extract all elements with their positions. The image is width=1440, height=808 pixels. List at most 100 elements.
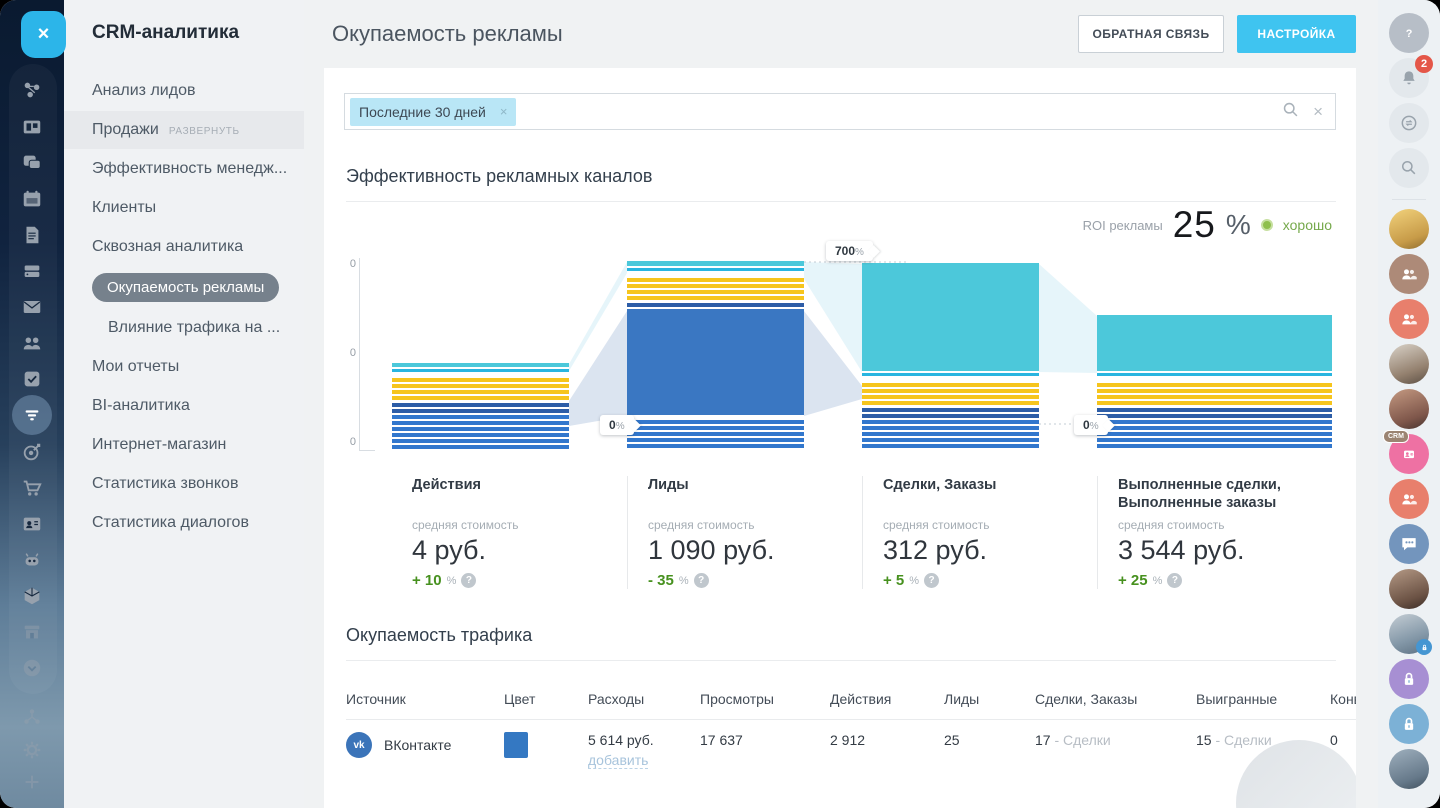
- settings-button[interactable]: НАСТРОЙКА: [1237, 15, 1356, 53]
- mail-icon[interactable]: [12, 287, 52, 327]
- avatar[interactable]: [1389, 749, 1429, 789]
- help-button[interactable]: ?: [1389, 13, 1429, 53]
- stage-metric-card-3: Выполненные сделки,Выполненные заказы ср…: [1097, 476, 1336, 589]
- kanban-icon[interactable]: [12, 107, 52, 147]
- color-swatch[interactable]: [504, 732, 528, 758]
- avatar[interactable]: [1389, 389, 1429, 429]
- sidebar-item-0[interactable]: Анализ лидов: [64, 72, 304, 110]
- sidebar-item-8[interactable]: BI-аналитика: [64, 387, 304, 425]
- source-name: ВКонтакте: [384, 737, 451, 753]
- sidebar-item-10[interactable]: Статистика звонков: [64, 465, 304, 503]
- sidebar-item-11[interactable]: Статистика диалогов: [64, 504, 304, 542]
- private-chat-item[interactable]: [1389, 704, 1429, 744]
- sidebar-item-7[interactable]: Мои отчеты: [64, 348, 304, 386]
- avatar-locked[interactable]: [1389, 614, 1429, 654]
- funnel-column-3[interactable]: [1097, 315, 1332, 448]
- table-header[interactable]: Действия: [830, 677, 944, 720]
- notifications-button[interactable]: 2: [1389, 58, 1429, 98]
- right-messenger-rail: ? 2 @CRM: [1378, 0, 1440, 808]
- stage-metric-card-2: Сделки, Заказы средняя стоимость 312 руб…: [862, 476, 1097, 589]
- actions-value: 2 912: [830, 720, 944, 782]
- metric-value: 4 руб.: [412, 535, 617, 566]
- contact-card-icon[interactable]: [12, 504, 52, 544]
- section-divider: [346, 660, 1336, 661]
- metric-title: Действия: [412, 476, 617, 516]
- sidebar-item-5[interactable]: Окупаемость рекламы: [64, 267, 304, 308]
- search-icon[interactable]: [1282, 101, 1299, 123]
- funnel-connector: [1039, 264, 1097, 373]
- cube-icon[interactable]: [12, 576, 52, 616]
- filter-bar[interactable]: Последние 30 дней × ×: [344, 93, 1336, 130]
- table-header[interactable]: Цвет: [504, 677, 588, 720]
- document-icon[interactable]: [12, 215, 52, 255]
- funnel-column-0[interactable]: [392, 363, 569, 449]
- expenses-value: 5 614 руб.: [588, 732, 654, 748]
- table-header[interactable]: Источник: [346, 677, 504, 720]
- calendar-icon[interactable]: [12, 179, 52, 219]
- funnel-chart: 0000%700%0%: [346, 228, 1336, 464]
- table-header[interactable]: Лиды: [944, 677, 1035, 720]
- table-header[interactable]: Расходы: [588, 677, 700, 720]
- funnel-icon[interactable]: [12, 395, 52, 435]
- deals-value: 17: [1035, 732, 1051, 748]
- page-header: Окупаемость рекламы ОБРАТНАЯ СВЯЗЬ НАСТР…: [304, 0, 1378, 68]
- network-icon[interactable]: [12, 70, 52, 110]
- table-header[interactable]: Сделки, Заказы: [1035, 677, 1196, 720]
- close-menu-button[interactable]: ×: [21, 11, 66, 58]
- filter-clear-icon[interactable]: ×: [1313, 102, 1323, 122]
- rail-divider: [1392, 199, 1426, 200]
- team-chat-item[interactable]: [1389, 524, 1429, 564]
- sidebar-item-4[interactable]: Сквозная аналитика: [64, 228, 304, 266]
- robot-icon[interactable]: [12, 540, 52, 580]
- table-header[interactable]: Просмотры: [700, 677, 830, 720]
- filter-tag-close-icon[interactable]: ×: [500, 104, 508, 119]
- vk-icon: vk: [346, 732, 372, 758]
- feedback-button[interactable]: ОБРАТНАЯ СВЯЗЬ: [1078, 15, 1224, 53]
- group-chat-item[interactable]: [1389, 479, 1429, 519]
- tasks-icon[interactable]: [12, 359, 52, 399]
- conversion-badge: 700%: [826, 241, 873, 261]
- target-icon[interactable]: [12, 432, 52, 472]
- leads-value: 25: [944, 720, 1035, 782]
- filter-actions: ×: [1282, 101, 1323, 123]
- sidebar-item-9[interactable]: Интернет-магазин: [64, 426, 304, 464]
- private-chat-item[interactable]: [1389, 659, 1429, 699]
- avatar[interactable]: [1389, 344, 1429, 384]
- filter-tag[interactable]: Последние 30 дней ×: [350, 98, 516, 126]
- help-icon[interactable]: ?: [1167, 573, 1182, 588]
- group-chat-item[interactable]: [1389, 254, 1429, 294]
- avatar[interactable]: [1389, 209, 1429, 249]
- search-button[interactable]: [1389, 148, 1429, 188]
- won-note: - Сделки: [1215, 732, 1271, 748]
- funnel-column-2[interactable]: [862, 263, 1039, 448]
- table-row[interactable]: vkВКонтакте 5 614 руб.добавить 17 637 2 …: [346, 720, 1356, 782]
- plus-icon[interactable]: [12, 762, 52, 802]
- crm-chat-item[interactable]: @CRM: [1389, 434, 1429, 474]
- help-icon[interactable]: ?: [694, 573, 709, 588]
- drive-icon[interactable]: [12, 251, 52, 291]
- sidebar-item-6[interactable]: Влияние трафика на ...: [64, 309, 304, 347]
- funnel-column-1[interactable]: [627, 261, 804, 448]
- add-expenses-link[interactable]: добавить: [588, 752, 648, 769]
- metric-delta: + 10%?: [412, 572, 617, 589]
- help-icon[interactable]: ?: [924, 573, 939, 588]
- table-header[interactable]: Выигранные: [1196, 677, 1330, 720]
- people-icon[interactable]: [12, 323, 52, 363]
- sidebar-item-2[interactable]: Эффективность менедж...: [64, 150, 304, 188]
- message-history-button[interactable]: [1389, 103, 1429, 143]
- sidebar-item-selected[interactable]: Окупаемость рекламы: [92, 273, 279, 302]
- page-title: Окупаемость рекламы: [332, 21, 1078, 47]
- expand-label[interactable]: РАЗВЕРНУТЬ: [169, 126, 240, 137]
- help-icon[interactable]: ?: [461, 573, 476, 588]
- chevron-circle-icon[interactable]: [12, 648, 52, 688]
- group-chat-item[interactable]: [1389, 299, 1429, 339]
- svg-text:?: ?: [1406, 28, 1413, 40]
- cart-icon[interactable]: [12, 468, 52, 508]
- sidebar-item-3[interactable]: Клиенты: [64, 189, 304, 227]
- avatar[interactable]: [1389, 569, 1429, 609]
- chat-icon[interactable]: [12, 143, 52, 183]
- store-icon[interactable]: [12, 612, 52, 652]
- sidebar-item-1[interactable]: ПродажиРАЗВЕРНУТЬ: [64, 111, 304, 149]
- crm-label: CRM: [1383, 430, 1409, 443]
- table-header[interactable]: Конверсия: [1330, 677, 1356, 720]
